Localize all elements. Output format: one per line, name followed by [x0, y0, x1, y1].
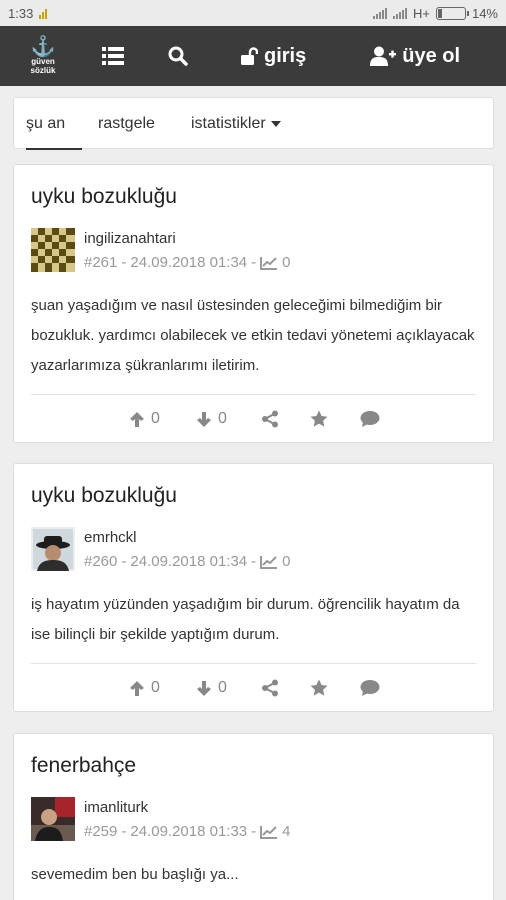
unlock-icon — [241, 47, 258, 65]
divider — [31, 394, 476, 395]
entry-title[interactable]: uyku bozukluğu — [31, 484, 177, 508]
top-navbar: ⚓ güven sözlük giriş üye ol — [0, 26, 506, 86]
downvote-button[interactable]: 0 — [196, 404, 227, 434]
divider — [31, 663, 476, 664]
entry-number[interactable]: #259 — [84, 823, 117, 840]
list-icon — [102, 47, 124, 65]
entry-title[interactable]: fenerbahçe — [31, 754, 136, 778]
favorite-button[interactable] — [310, 404, 328, 434]
entry-meta: #260 - 24.09.2018 01:34 - 0 — [84, 553, 291, 570]
entry-actions: 0 0 — [14, 404, 493, 434]
entry-author[interactable]: ingilizanahtari — [84, 230, 176, 247]
share-icon — [262, 410, 278, 428]
signal-small-icon — [39, 8, 48, 19]
downvote-count: 0 — [218, 410, 227, 427]
tab-now[interactable]: şu an — [26, 98, 82, 150]
login-button[interactable]: giriş — [240, 45, 306, 68]
tab-random[interactable]: rastgele — [98, 98, 155, 150]
entry-views: 0 — [282, 553, 291, 570]
entry-content: iş hayatım yüzünden yaşadığım bir durum.… — [31, 596, 460, 643]
entry-content: şuan yaşadığım ve nasıl üstesinden gelec… — [31, 297, 475, 374]
line-chart-icon — [260, 256, 278, 270]
entry-meta: #259 - 24.09.2018 01:33 - 4 — [84, 823, 291, 840]
register-label: üye ol — [402, 44, 461, 67]
arrow-up-icon — [130, 411, 144, 427]
entry-date: 24.09.2018 01:34 — [130, 553, 248, 570]
upvote-count: 0 — [151, 410, 160, 427]
signal-icon-2 — [392, 7, 407, 19]
star-icon — [310, 679, 328, 696]
share-icon — [262, 679, 278, 697]
topics-list-button[interactable] — [102, 47, 124, 65]
battery-icon — [435, 6, 469, 20]
entry-content: sevemedim ben bu başlığı ya... — [31, 866, 239, 883]
feed-tabs: şu an rastgele istatistikler — [13, 97, 494, 150]
anchor-icon: ⚓ — [30, 36, 56, 58]
downvote-count: 0 — [218, 679, 227, 696]
entry-number[interactable]: #261 — [84, 254, 117, 271]
entry-title[interactable]: uyku bozukluğu — [31, 185, 177, 209]
entry-card: uyku bozukluğu ingilizanahtari #261 - 24… — [13, 164, 494, 443]
entry-card: fenerbahçe imanliturk #259 - 24.09.2018 … — [13, 733, 494, 900]
entry-number[interactable]: #260 — [84, 553, 117, 570]
status-bar: 1:33 H+ 14% — [0, 0, 506, 26]
entry-author[interactable]: imanliturk — [84, 799, 148, 816]
arrow-down-icon — [197, 680, 211, 696]
user-plus-icon — [370, 46, 397, 66]
arrow-up-icon — [130, 680, 144, 696]
entry-card: uyku bozukluğu emrhckl #260 - 24.09.2018… — [13, 463, 494, 712]
comment-icon — [360, 680, 380, 696]
status-time: 1:33 — [8, 5, 34, 21]
favorite-button[interactable] — [310, 673, 328, 703]
upvote-button[interactable]: 0 — [129, 404, 160, 434]
entry-date: 24.09.2018 01:34 — [130, 254, 248, 271]
comment-icon — [360, 411, 380, 427]
avatar[interactable] — [31, 797, 75, 841]
share-button[interactable] — [261, 404, 279, 434]
entry-views: 4 — [282, 823, 291, 840]
search-icon — [168, 46, 188, 66]
battery-percent: 14% — [471, 5, 498, 21]
star-icon — [310, 410, 328, 427]
entry-actions: 0 0 — [14, 673, 493, 703]
register-button[interactable]: üye ol — [370, 45, 460, 68]
comment-button[interactable] — [360, 404, 380, 434]
line-chart-icon — [260, 825, 278, 839]
signal-icon — [372, 7, 387, 19]
avatar[interactable] — [31, 527, 75, 571]
network-type: H+ — [412, 5, 430, 21]
login-label: giriş — [264, 44, 307, 67]
upvote-button[interactable]: 0 — [129, 673, 160, 703]
tab-statistics[interactable]: istatistikler — [191, 98, 281, 150]
arrow-down-icon — [197, 411, 211, 427]
avatar[interactable] — [31, 228, 75, 272]
site-logo[interactable]: ⚓ güven sözlük — [14, 26, 72, 86]
upvote-count: 0 — [151, 679, 160, 696]
entry-meta: #261 - 24.09.2018 01:34 - 0 — [84, 254, 291, 271]
line-chart-icon — [260, 555, 278, 569]
comment-button[interactable] — [360, 673, 380, 703]
entry-views: 0 — [282, 254, 291, 271]
downvote-button[interactable]: 0 — [196, 673, 227, 703]
entry-author[interactable]: emrhckl — [84, 529, 137, 546]
search-button[interactable] — [168, 46, 188, 66]
caret-down-icon — [270, 120, 281, 127]
entry-date: 24.09.2018 01:33 — [130, 823, 248, 840]
share-button[interactable] — [261, 673, 279, 703]
